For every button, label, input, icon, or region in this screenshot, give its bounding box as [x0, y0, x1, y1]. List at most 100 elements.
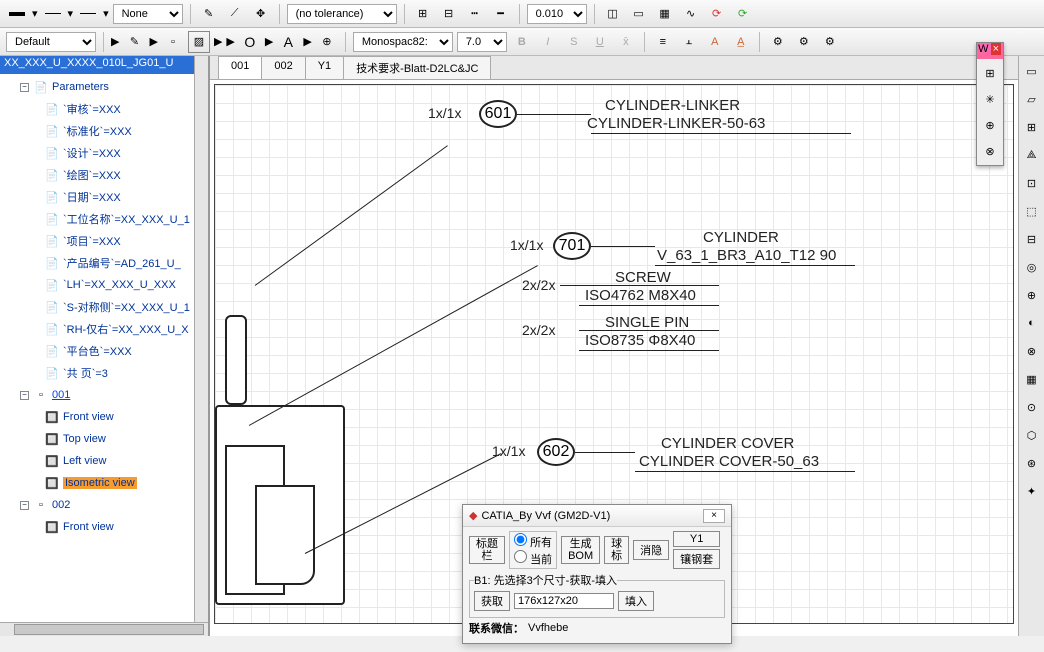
rtool-10[interactable]: ◐ — [1021, 312, 1043, 334]
rtool-5[interactable]: ⊡ — [1021, 172, 1043, 194]
value1-combo[interactable]: 0.010 — [527, 4, 587, 24]
font-combo[interactable]: Monospac82: — [353, 32, 453, 52]
tree-param-5[interactable]: 📄`工位名称`=XX_XXX_U_1 — [0, 208, 208, 230]
btn-fill[interactable]: 填入 — [618, 591, 654, 611]
solid-icon[interactable]: ━ — [490, 3, 512, 25]
italic-icon[interactable]: I — [537, 31, 559, 53]
strike-icon[interactable]: S — [563, 31, 585, 53]
tree-view-front2[interactable]: 🔲 Front view — [0, 516, 208, 538]
grid-icon[interactable]: ▦ — [654, 3, 676, 25]
rtool-8[interactable]: ◎ — [1021, 256, 1043, 278]
tree-sheet-001[interactable]: − ▫ 001 — [0, 384, 208, 406]
rtool-15[interactable]: ⊛ — [1021, 452, 1043, 474]
close-icon[interactable]: × — [703, 509, 725, 523]
tab-tech[interactable]: 技术要求-Blatt-D2LC&JC — [343, 56, 491, 79]
combo-none[interactable]: None — [113, 4, 183, 24]
pal-4[interactable]: ⊗ — [978, 139, 1002, 163]
measure-icon[interactable]: ◫ — [602, 3, 624, 25]
tree-scrollbar-v[interactable] — [194, 56, 208, 622]
line-thin-icon[interactable] — [42, 3, 64, 25]
dash-icon[interactable]: ┅ — [464, 3, 486, 25]
box-icon[interactable]: ▭ — [628, 3, 650, 25]
gear-icon[interactable]: ⚙ — [767, 31, 789, 53]
play-icon[interactable]: ▶ — [226, 35, 234, 48]
tree-param-9[interactable]: 📄`S-对称侧`=XX_XXX_U_1 — [0, 296, 208, 318]
tree-root[interactable]: XX_XXX_U_XXXX_010L_JG01_U — [0, 56, 208, 74]
dialog-titlebar[interactable]: ◆ CATIA_By Vvf (GM2D-V1) × — [463, 505, 731, 527]
rtool-9[interactable]: ⊕ — [1021, 284, 1043, 306]
play-icon[interactable]: ▶ — [111, 35, 119, 48]
tab-002[interactable]: 002 — [261, 56, 305, 79]
btn-titlebar[interactable]: 标题 栏 — [469, 536, 505, 564]
rtool-1[interactable]: ▭ — [1021, 60, 1043, 82]
curve-icon[interactable]: ∿ — [680, 3, 702, 25]
dims-input[interactable] — [514, 593, 614, 609]
match-icon[interactable]: ✥ — [250, 3, 272, 25]
btn-get[interactable]: 获取 — [474, 591, 510, 611]
tree-parameters[interactable]: − 📄 Parameters — [0, 76, 208, 98]
rtool-3[interactable]: ⊞ — [1021, 116, 1043, 138]
pal-2[interactable]: ✳ — [978, 87, 1002, 111]
eyedrop-icon[interactable]: ⟋ — [224, 3, 246, 25]
tree-param-12[interactable]: 📄`共 页`=3 — [0, 362, 208, 384]
page-icon[interactable]: ▫ — [162, 31, 184, 53]
hatch-icon[interactable]: ▨ — [188, 31, 210, 53]
pal-3[interactable]: ⊕ — [978, 113, 1002, 137]
play-icon[interactable]: ▶ — [214, 35, 222, 48]
tab-y1[interactable]: Y1 — [305, 56, 344, 79]
pen-icon[interactable]: ✎ — [123, 31, 145, 53]
tree-param-0[interactable]: 📄`审核`=XXX — [0, 98, 208, 120]
tree-view-1[interactable]: 🔲Top view — [0, 428, 208, 450]
collapse-icon[interactable]: − — [20, 391, 29, 400]
btn-hide[interactable]: 消隐 — [633, 540, 669, 560]
dim-icon[interactable]: ⊞ — [412, 3, 434, 25]
tree-param-6[interactable]: 📄`项目`=XXX — [0, 230, 208, 252]
align-l-icon[interactable]: ≡ — [652, 31, 674, 53]
anchor2-icon[interactable]: A̲ — [730, 31, 752, 53]
style-combo[interactable]: Default — [6, 32, 96, 52]
misc-icon[interactable]: ⊕ — [316, 31, 338, 53]
pencil-icon[interactable]: ✎ — [198, 3, 220, 25]
tree-view-2[interactable]: 🔲Left view — [0, 450, 208, 472]
tree-param-11[interactable]: 📄`平台色`=XXX — [0, 340, 208, 362]
refresh-icon[interactable]: ⟳ — [732, 3, 754, 25]
btn-insert[interactable]: 镶钢套 — [673, 549, 720, 569]
align-top-icon[interactable]: ⫠ — [678, 31, 700, 53]
rtool-14[interactable]: ⬡ — [1021, 424, 1043, 446]
update-icon[interactable]: ⟳ — [706, 3, 728, 25]
float-palette[interactable]: W× ⊞ ✳ ⊕ ⊗ — [976, 42, 1004, 166]
btn-y1[interactable]: Y1 — [673, 531, 720, 547]
rtool-12[interactable]: ▦ — [1021, 368, 1043, 390]
radio-cur[interactable]: 当前 — [514, 554, 552, 566]
play-icon[interactable]: ▶ — [303, 35, 311, 48]
tree-param-2[interactable]: 📄`设计`=XXX — [0, 142, 208, 164]
rtool-4[interactable]: ⟁ — [1021, 144, 1043, 166]
close-icon[interactable]: × — [991, 43, 1001, 55]
tree-sheet-002[interactable]: − ▫ 002 — [0, 494, 208, 516]
btn-ball[interactable]: 球 标 — [604, 536, 629, 564]
rtool-7[interactable]: ⊟ — [1021, 228, 1043, 250]
pal-1[interactable]: ⊞ — [978, 61, 1002, 85]
tab-001[interactable]: 001 — [218, 56, 262, 79]
rtool-11[interactable]: ⊗ — [1021, 340, 1043, 362]
tree-view-3[interactable]: 🔲Isometric view — [0, 472, 208, 494]
fontsize-combo[interactable]: 7.0 — [457, 32, 507, 52]
tree-view-0[interactable]: 🔲Front view — [0, 406, 208, 428]
under-icon[interactable]: U — [589, 31, 611, 53]
anchor-icon[interactable]: A — [704, 31, 726, 53]
rtool-13[interactable]: ⊙ — [1021, 396, 1043, 418]
tolerance-combo[interactable]: (no tolerance) — [287, 4, 397, 24]
text-icon[interactable]: A — [277, 31, 299, 53]
circle-icon[interactable]: O — [239, 31, 261, 53]
tree-param-1[interactable]: 📄`标准化`=XXX — [0, 120, 208, 142]
collapse-icon[interactable]: − — [20, 83, 29, 92]
tree-param-3[interactable]: 📄`绘图`=XXX — [0, 164, 208, 186]
play-icon[interactable]: ▶ — [149, 35, 157, 48]
tree-param-10[interactable]: 📄`RH-仅右`=XX_XXX_U_X — [0, 318, 208, 340]
collapse-icon[interactable]: − — [20, 501, 29, 510]
tree-param-7[interactable]: 📄`产品编号`=AD_261_U_ — [0, 252, 208, 274]
rtool-16[interactable]: ✦ — [1021, 480, 1043, 502]
line-med-icon[interactable] — [77, 3, 99, 25]
tree-scrollbar-h[interactable] — [0, 622, 208, 636]
bold-icon[interactable]: B — [511, 31, 533, 53]
